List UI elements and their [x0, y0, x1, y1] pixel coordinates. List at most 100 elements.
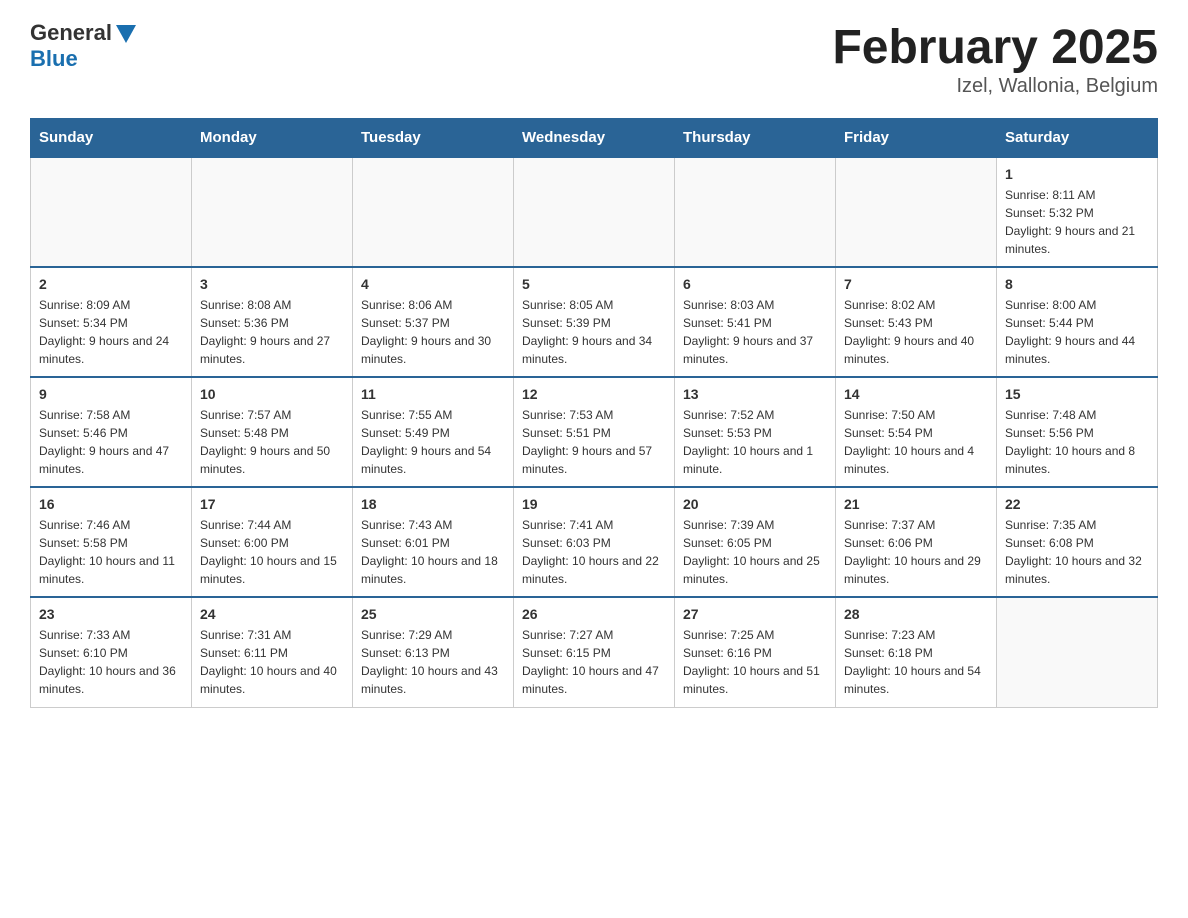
calendar-cell: 8Sunrise: 8:00 AMSunset: 5:44 PMDaylight…: [997, 267, 1158, 377]
calendar-cell: 21 Sunrise: 7:37 AMSunset: 6:06 PMDayligh…: [836, 487, 997, 597]
calendar-cell: 22 Sunrise: 7:35 AMSunset: 6:08 PMDayligh…: [997, 487, 1158, 597]
week-row-5: 23 Sunrise: 7:33 AMSunset: 6:10 PMDayligh…: [31, 597, 1158, 707]
title-section: February 2025 Izel, Wallonia, Belgium: [832, 20, 1158, 98]
calendar-cell: 27 Sunrise: 7:25 AMSunset: 6:16 PMDayligh…: [675, 597, 836, 707]
day-number: 11: [361, 386, 505, 402]
header-friday: Friday: [836, 119, 997, 158]
calendar-cell: [31, 157, 192, 267]
day-number: 24: [200, 606, 344, 622]
calendar-cell: 23 Sunrise: 7:33 AMSunset: 6:10 PMDayligh…: [31, 597, 192, 707]
calendar-cell: 4 Sunrise: 8:06 AMSunset: 5:37 PMDaylight…: [353, 267, 514, 377]
calendar-cell: 25 Sunrise: 7:29 AMSunset: 6:13 PMDayligh…: [353, 597, 514, 707]
day-info: Sunrise: 7:53 AMSunset: 5:51 PMDaylight:…: [522, 406, 666, 478]
calendar-cell: [192, 157, 353, 267]
calendar-cell: 28Sunrise: 7:23 AMSunset: 6:18 PMDayligh…: [836, 597, 997, 707]
calendar-cell: 18 Sunrise: 7:43 AMSunset: 6:01 PMDayligh…: [353, 487, 514, 597]
calendar-cell: 11 Sunrise: 7:55 AMSunset: 5:49 PMDayligh…: [353, 377, 514, 487]
calendar-cell: 19 Sunrise: 7:41 AMSunset: 6:03 PMDayligh…: [514, 487, 675, 597]
day-info: Sunrise: 8:05 AMSunset: 5:39 PMDaylight:…: [522, 296, 666, 368]
day-number: 13: [683, 386, 827, 402]
day-info: Sunrise: 8:06 AMSunset: 5:37 PMDaylight:…: [361, 296, 505, 368]
calendar-cell: [353, 157, 514, 267]
calendar-cell: 7 Sunrise: 8:02 AMSunset: 5:43 PMDaylight…: [836, 267, 997, 377]
calendar-cell: 1 Sunrise: 8:11 AMSunset: 5:32 PMDaylight…: [997, 157, 1158, 267]
day-info: Sunrise: 7:41 AMSunset: 6:03 PMDaylight:…: [522, 516, 666, 588]
page-header: General Blue February 2025 Izel, Walloni…: [30, 20, 1158, 98]
month-title: February 2025: [832, 20, 1158, 75]
day-number: 2: [39, 276, 183, 292]
calendar-cell: 14 Sunrise: 7:50 AMSunset: 5:54 PMDayligh…: [836, 377, 997, 487]
calendar-cell: 16Sunrise: 7:46 AMSunset: 5:58 PMDayligh…: [31, 487, 192, 597]
day-info: Sunrise: 7:50 AMSunset: 5:54 PMDaylight:…: [844, 406, 988, 478]
day-info: Sunrise: 7:52 AMSunset: 5:53 PMDaylight:…: [683, 406, 827, 478]
day-info: Sunrise: 7:27 AMSunset: 6:15 PMDaylight:…: [522, 626, 666, 698]
day-number: 25: [361, 606, 505, 622]
day-number: 23: [39, 606, 183, 622]
day-number: 1: [1005, 166, 1149, 182]
calendar-cell: 17Sunrise: 7:44 AMSunset: 6:00 PMDayligh…: [192, 487, 353, 597]
calendar-table: Sunday Monday Tuesday Wednesday Thursday…: [30, 118, 1158, 708]
calendar-cell: 5 Sunrise: 8:05 AMSunset: 5:39 PMDaylight…: [514, 267, 675, 377]
day-info: Sunrise: 8:03 AMSunset: 5:41 PMDaylight:…: [683, 296, 827, 368]
day-info: Sunrise: 8:11 AMSunset: 5:32 PMDaylight:…: [1005, 186, 1149, 258]
day-info: Sunrise: 7:58 AMSunset: 5:46 PMDaylight:…: [39, 406, 183, 478]
day-number: 21: [844, 496, 988, 512]
day-number: 6: [683, 276, 827, 292]
day-number: 19: [522, 496, 666, 512]
header-sunday: Sunday: [31, 119, 192, 158]
calendar-cell: [836, 157, 997, 267]
day-info: Sunrise: 7:57 AMSunset: 5:48 PMDaylight:…: [200, 406, 344, 478]
calendar-cell: 12 Sunrise: 7:53 AMSunset: 5:51 PMDayligh…: [514, 377, 675, 487]
day-info: Sunrise: 7:25 AMSunset: 6:16 PMDaylight:…: [683, 626, 827, 698]
week-row-4: 16Sunrise: 7:46 AMSunset: 5:58 PMDayligh…: [31, 487, 1158, 597]
day-info: Sunrise: 8:09 AMSunset: 5:34 PMDaylight:…: [39, 296, 183, 368]
day-info: Sunrise: 7:55 AMSunset: 5:49 PMDaylight:…: [361, 406, 505, 478]
day-info: Sunrise: 7:37 AMSunset: 6:06 PMDaylight:…: [844, 516, 988, 588]
day-info: Sunrise: 8:08 AMSunset: 5:36 PMDaylight:…: [200, 296, 344, 368]
day-info: Sunrise: 7:35 AMSunset: 6:08 PMDaylight:…: [1005, 516, 1149, 588]
day-number: 10: [200, 386, 344, 402]
calendar-cell: 24 Sunrise: 7:31 AMSunset: 6:11 PMDayligh…: [192, 597, 353, 707]
calendar-cell: [675, 157, 836, 267]
day-info: Sunrise: 8:00 AMSunset: 5:44 PMDaylight:…: [1005, 296, 1149, 368]
calendar-cell: 13 Sunrise: 7:52 AMSunset: 5:53 PMDayligh…: [675, 377, 836, 487]
calendar-cell: 6 Sunrise: 8:03 AMSunset: 5:41 PMDaylight…: [675, 267, 836, 377]
day-info: Sunrise: 7:29 AMSunset: 6:13 PMDaylight:…: [361, 626, 505, 698]
day-info: Sunrise: 7:46 AMSunset: 5:58 PMDaylight:…: [39, 516, 183, 588]
day-number: 26: [522, 606, 666, 622]
day-number: 4: [361, 276, 505, 292]
day-info: Sunrise: 7:31 AMSunset: 6:11 PMDaylight:…: [200, 626, 344, 698]
location: Izel, Wallonia, Belgium: [832, 75, 1158, 98]
day-number: 18: [361, 496, 505, 512]
header-monday: Monday: [192, 119, 353, 158]
day-number: 5: [522, 276, 666, 292]
header-saturday: Saturday: [997, 119, 1158, 158]
calendar-cell: 10 Sunrise: 7:57 AMSunset: 5:48 PMDayligh…: [192, 377, 353, 487]
week-row-3: 9 Sunrise: 7:58 AMSunset: 5:46 PMDaylight…: [31, 377, 1158, 487]
day-number: 17: [200, 496, 344, 512]
day-number: 27: [683, 606, 827, 622]
day-info: Sunrise: 7:48 AMSunset: 5:56 PMDaylight:…: [1005, 406, 1149, 478]
calendar-cell: 2 Sunrise: 8:09 AMSunset: 5:34 PMDaylight…: [31, 267, 192, 377]
header-thursday: Thursday: [675, 119, 836, 158]
day-number: 12: [522, 386, 666, 402]
header-wednesday: Wednesday: [514, 119, 675, 158]
calendar-cell: 26 Sunrise: 7:27 AMSunset: 6:15 PMDayligh…: [514, 597, 675, 707]
day-info: Sunrise: 8:02 AMSunset: 5:43 PMDaylight:…: [844, 296, 988, 368]
day-number: 20: [683, 496, 827, 512]
day-number: 15: [1005, 386, 1149, 402]
day-number: 7: [844, 276, 988, 292]
calendar-header-row: Sunday Monday Tuesday Wednesday Thursday…: [31, 119, 1158, 158]
calendar-cell: 15 Sunrise: 7:48 AMSunset: 5:56 PMDayligh…: [997, 377, 1158, 487]
calendar-cell: 20 Sunrise: 7:39 AMSunset: 6:05 PMDayligh…: [675, 487, 836, 597]
day-info: Sunrise: 7:43 AMSunset: 6:01 PMDaylight:…: [361, 516, 505, 588]
day-number: 14: [844, 386, 988, 402]
day-info: Sunrise: 7:39 AMSunset: 6:05 PMDaylight:…: [683, 516, 827, 588]
day-number: 9: [39, 386, 183, 402]
logo-general-text: General: [30, 20, 112, 46]
day-info: Sunrise: 7:23 AMSunset: 6:18 PMDaylight:…: [844, 626, 988, 698]
day-info: Sunrise: 7:33 AMSunset: 6:10 PMDaylight:…: [39, 626, 183, 698]
logo: General Blue: [30, 20, 136, 72]
week-row-2: 2 Sunrise: 8:09 AMSunset: 5:34 PMDaylight…: [31, 267, 1158, 377]
day-number: 22: [1005, 496, 1149, 512]
